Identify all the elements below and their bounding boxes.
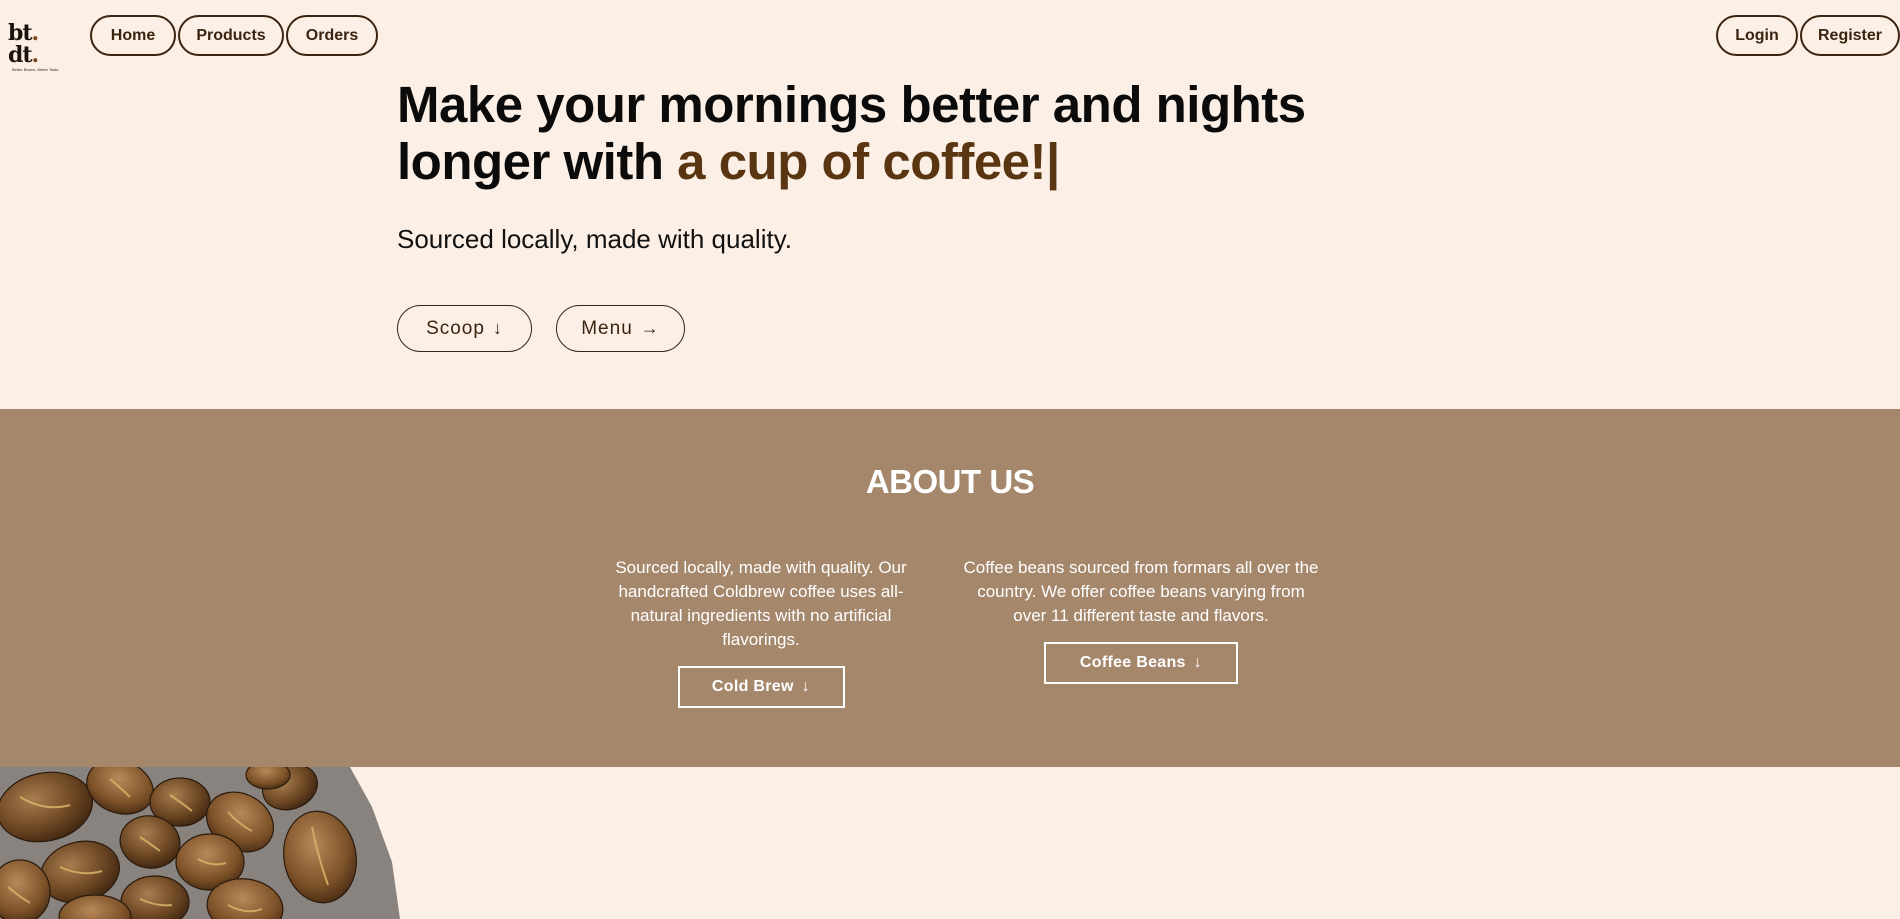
arrow-down-icon: ↓ — [1193, 654, 1203, 671]
menu-label: Menu — [581, 317, 633, 339]
coffee-beans-image — [0, 767, 400, 919]
logo-tagline: Better Beans, Better Taste — [12, 67, 59, 72]
register-button[interactable]: Register — [1800, 15, 1900, 56]
nav-orders-button[interactable]: Orders — [286, 15, 378, 56]
about-column-beans: Coffee beans sourced from formars all ov… — [962, 556, 1320, 684]
hero-headline: Make your mornings better and nights lon… — [397, 76, 1397, 190]
login-button[interactable]: Login — [1716, 15, 1798, 56]
about-column-coldbrew: Sourced locally, made with quality. Our … — [600, 556, 922, 708]
coffee-beans-label: Coffee Beans — [1079, 654, 1186, 671]
scoop-button[interactable]: Scoop ↓ — [397, 305, 532, 352]
cold-brew-label: Cold Brew — [711, 678, 794, 695]
beans-description: Coffee beans sourced from formars all ov… — [963, 558, 1319, 625]
nav-links: Home Products Orders — [90, 15, 378, 56]
hero-subline: Sourced locally, made with quality. — [397, 224, 793, 254]
about-title: ABOUT US — [865, 463, 1035, 500]
cold-brew-button[interactable]: Cold Brew ↓ — [677, 666, 845, 708]
logo-mark: bt. dt. — [8, 20, 39, 68]
typing-cursor: | — [1046, 133, 1060, 190]
nav-home-button[interactable]: Home — [90, 15, 176, 56]
nav-products-button[interactable]: Products — [178, 15, 284, 56]
brand-logo[interactable]: bt. dt. Better Beans, Better Taste — [8, 22, 68, 72]
arrow-right-icon: → — [640, 318, 660, 338]
arrow-down-icon: ↓ — [492, 318, 503, 338]
about-section: ABOUT US Sourced locally, made with qual… — [0, 409, 1900, 767]
hero-buttons: Scoop ↓ Menu → — [397, 305, 1397, 352]
coldbrew-description: Sourced locally, made with quality. Our … — [615, 558, 907, 649]
arrow-down-icon: ↓ — [801, 678, 811, 695]
auth-links: Login Register — [1716, 15, 1900, 56]
menu-button[interactable]: Menu → — [556, 305, 685, 352]
headline-accent: a cup of coffee! — [677, 133, 1047, 190]
hero-section: Make your mornings better and nights lon… — [397, 76, 1397, 352]
top-nav: bt. dt. Better Beans, Better Taste Home … — [0, 0, 1900, 72]
scoop-label: Scoop — [426, 317, 485, 339]
coffee-beans-button[interactable]: Coffee Beans ↓ — [1044, 642, 1238, 684]
